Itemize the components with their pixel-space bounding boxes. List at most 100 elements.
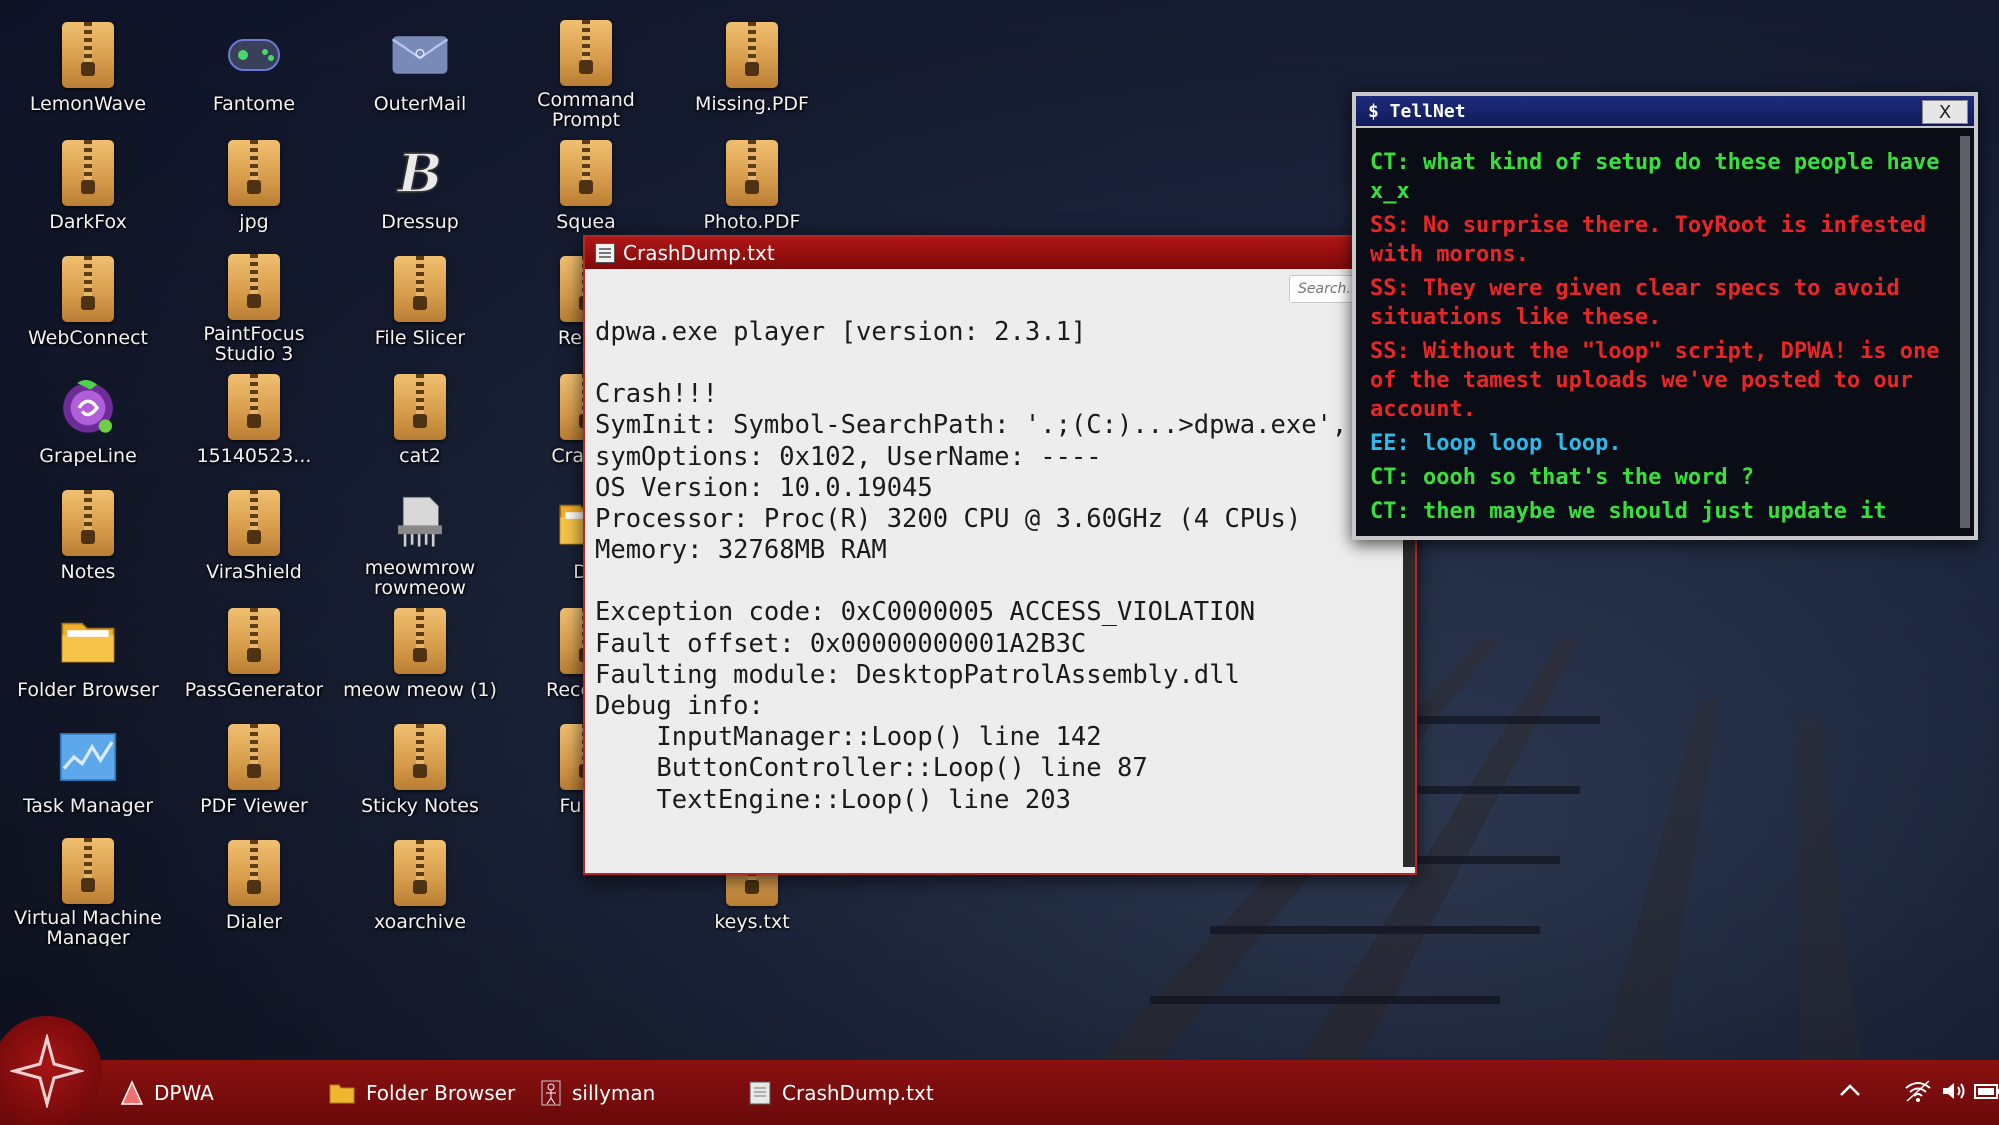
desktop-icon[interactable]: cat2 <box>340 372 500 480</box>
battery-icon[interactable] <box>1972 1079 1999 1103</box>
desktop-icon[interactable]: jpg <box>174 138 334 246</box>
volume-icon[interactable] <box>1940 1079 1968 1103</box>
zip-folder-icon <box>59 254 117 324</box>
desktop-icon[interactable]: meow meow (1) <box>340 606 500 714</box>
zip-folder-icon <box>391 372 449 442</box>
crashdump-line: Memory: 32768MB RAM <box>595 535 887 566</box>
desktop-icon[interactable]: PDF Viewer <box>174 722 334 830</box>
crashdump-line: symOptions: 0x102, UserName: ---- <box>595 441 1102 472</box>
taskbar-item-dpwa[interactable]: DPWA <box>120 1072 214 1114</box>
taskbar-item-label: sillyman <box>572 1081 656 1105</box>
zip-folder-icon <box>391 722 449 792</box>
taskbar-item-folder-browser[interactable]: Folder Browser <box>328 1072 515 1114</box>
crashdump-window[interactable]: CrashDump.txt dpwa.exe player [version: … <box>583 235 1419 875</box>
desktop-icon-label: DarkFox <box>49 212 127 232</box>
zip-folder-icon <box>225 488 283 558</box>
zip-folder-icon <box>225 722 283 792</box>
desktop-icon-label: Command Prompt <box>537 90 635 128</box>
zip-folder-icon <box>59 488 117 558</box>
star-icon <box>10 1034 84 1108</box>
wifi-icon[interactable] <box>1904 1079 1932 1103</box>
desktop-icon[interactable]: Task Manager <box>8 722 168 830</box>
crashdump-line: Faulting module: DesktopPatrolAssembly.d… <box>595 659 1240 690</box>
crashdump-line: Fault offset: 0x00000000001A2B3C <box>595 628 1087 659</box>
desktop-icon[interactable]: 15140523... <box>174 372 334 480</box>
desktop-icon[interactable]: Sticky Notes <box>340 722 500 830</box>
desktop-icon-label: Folder Browser <box>17 680 159 700</box>
desktop-icon-label: meowmrow rowmeow <box>364 558 476 596</box>
desktop-icon[interactable]: xoarchive <box>340 838 500 946</box>
desktop-icon-label: xoarchive <box>373 912 467 932</box>
desktop-icon[interactable]: Photo.PDF <box>672 138 832 246</box>
desktop-icon-label: Fantome <box>212 94 296 114</box>
desktop-icon[interactable]: LemonWave <box>8 20 168 128</box>
zip-folder-icon <box>225 138 283 208</box>
desktop-icon[interactable]: OuterMail <box>340 20 500 128</box>
desktop-icon[interactable]: GrapeLine <box>8 372 168 480</box>
desktop-icon[interactable]: B Dressup <box>340 138 500 246</box>
text-file-icon <box>595 243 615 263</box>
desktop-icon-label: PDF Viewer <box>200 796 308 816</box>
zip-folder-icon <box>225 372 283 442</box>
zip-folder-icon <box>723 20 781 90</box>
desktop-icon-label: Dressup <box>381 212 459 232</box>
desktop-icon-label: cat2 <box>399 446 441 466</box>
crashdump-line: InputManager::Loop() line 142 <box>595 722 1102 753</box>
desktop-icon[interactable]: PassGenerator <box>174 606 334 714</box>
zip-folder-icon <box>557 138 615 208</box>
close-button[interactable]: X <box>1922 100 1968 124</box>
desktop-icon-label: OuterMail <box>373 94 467 114</box>
zip-folder-icon <box>225 254 283 321</box>
envelope-icon <box>391 20 449 90</box>
grape-icon <box>59 372 117 442</box>
desktop-icon[interactable]: meowmrow rowmeow <box>340 488 500 596</box>
desktop-icon[interactable]: File Slicer <box>340 254 500 362</box>
taskbar-item-label: Folder Browser <box>366 1081 516 1105</box>
desktop-icon-label: Notes <box>60 562 116 582</box>
scrollbar[interactable] <box>1403 527 1415 867</box>
taskbar-item-label: DPWA <box>154 1081 214 1105</box>
taskbar-item-sillyman[interactable]: sillyman <box>540 1072 655 1114</box>
chat-log: CT: what kind of setup do these people h… <box>1370 148 1956 530</box>
zip-folder-icon <box>391 606 449 676</box>
desktop-icon[interactable]: Command Prompt <box>506 20 666 128</box>
desktop-icon[interactable]: Fantome <box>174 20 334 128</box>
crashdump-line <box>595 348 1397 379</box>
desktop-icon-label: meow meow (1) <box>343 680 497 700</box>
scrollbar[interactable] <box>1960 136 1970 528</box>
shredder-icon <box>391 488 449 554</box>
desktop-icon[interactable]: PaintFocus Studio 3 <box>174 254 334 362</box>
crashdump-titlebar[interactable]: CrashDump.txt <box>585 237 1415 269</box>
start-button[interactable] <box>0 1016 102 1125</box>
taskbar-item-crashdump[interactable]: CrashDump.txt <box>748 1072 934 1114</box>
desktop-icon-label: 15140523... <box>196 446 312 466</box>
crashdump-line: Crash!!! <box>595 379 718 410</box>
desktop-icon[interactable]: Squea <box>506 138 666 246</box>
zip-folder-icon <box>59 838 117 905</box>
folder-icon <box>59 606 117 676</box>
system-tray <box>1838 1076 1999 1106</box>
desktop-icon-label: Task Manager <box>22 796 154 816</box>
desktop-icon[interactable]: Folder Browser <box>8 606 168 714</box>
desktop-icon[interactable]: WebConnect <box>8 254 168 362</box>
zip-folder-icon <box>723 138 781 208</box>
desktop-icon-label: Photo.PDF <box>703 212 801 232</box>
gamepad-icon <box>225 20 283 90</box>
desktop-icon[interactable]: ViraShield <box>174 488 334 596</box>
zip-folder-icon <box>225 838 283 908</box>
crashdump-line: Exception code: 0xC0000005 ACCESS_VIOLAT… <box>595 597 1256 628</box>
desktop-icon[interactable]: Virtual Machine Manager <box>8 838 168 946</box>
desktop-icon[interactable]: Dialer <box>174 838 334 946</box>
crashdump-line: TextEngine::Loop() line 203 <box>595 784 1071 815</box>
desktop-icon-label: jpg <box>239 212 269 232</box>
zip-folder-icon <box>391 254 449 324</box>
desktop-icon[interactable]: DarkFox <box>8 138 168 246</box>
desktop-icon[interactable]: Missing.PDF <box>672 20 832 128</box>
crashdump-title: CrashDump.txt <box>623 241 775 265</box>
desktop-icon-label: Squea <box>556 212 616 232</box>
tellnet-titlebar[interactable]: $ TellNet X <box>1356 96 1974 128</box>
chevron-up-icon[interactable] <box>1838 1081 1862 1101</box>
desktop-icon[interactable]: Notes <box>8 488 168 596</box>
tellnet-window[interactable]: $ TellNet X CT: what kind of setup do th… <box>1352 92 1978 540</box>
taskbar-item-label: CrashDump.txt <box>782 1081 934 1105</box>
